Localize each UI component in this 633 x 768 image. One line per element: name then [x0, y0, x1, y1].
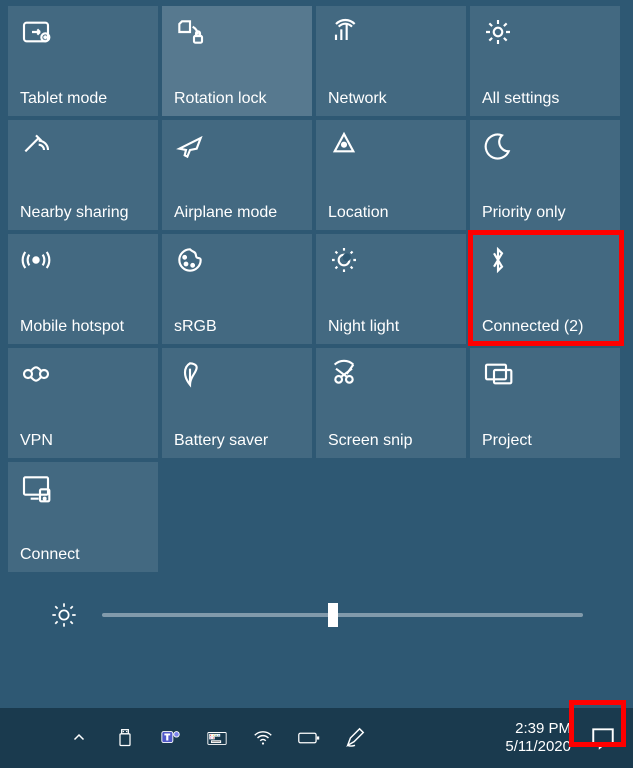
tile-srgb[interactable]: sRGB: [162, 234, 312, 344]
network-icon: [328, 16, 360, 48]
connect-cast-icon: [20, 472, 52, 504]
tile-label: Battery saver: [174, 432, 302, 450]
tile-location[interactable]: Location: [316, 120, 466, 230]
tile-project[interactable]: Project: [470, 348, 620, 458]
tile-label: Priority only: [482, 204, 610, 222]
action-center-button[interactable]: [581, 716, 625, 760]
taskbar-date: 5/11/2020: [505, 738, 571, 756]
battery-icon[interactable]: [298, 727, 320, 749]
tile-label: All settings: [482, 90, 610, 108]
brightness-sun-icon: [50, 601, 78, 629]
tile-label: Mobile hotspot: [20, 318, 148, 336]
tile-night-light[interactable]: Night light: [316, 234, 466, 344]
usb-drive-icon[interactable]: [114, 727, 136, 749]
brightness-slider-row: [50, 595, 583, 635]
tile-label: Tablet mode: [20, 90, 148, 108]
tile-label: Screen snip: [328, 432, 456, 450]
rotation-lock-icon: [174, 16, 206, 48]
tile-label: Project: [482, 432, 610, 450]
tablet-mode-icon: [20, 16, 52, 48]
nearby-sharing-icon: [20, 130, 52, 162]
tile-screen-snip[interactable]: Screen snip: [316, 348, 466, 458]
color-palette-icon: [174, 244, 206, 276]
mobile-hotspot-icon: [20, 244, 52, 276]
tile-label: Rotation lock: [174, 90, 302, 108]
project-screen-icon: [482, 358, 514, 390]
battery-saver-leaf-icon: [174, 358, 206, 390]
tile-priority-only[interactable]: Priority only: [470, 120, 620, 230]
tile-label: sRGB: [174, 318, 302, 336]
location-icon: [328, 130, 360, 162]
system-tray: T: [68, 727, 366, 749]
brightness-slider-thumb[interactable]: [328, 603, 338, 627]
quiet-hours-moon-icon: [482, 130, 514, 162]
tile-bluetooth[interactable]: Connected (2): [470, 234, 620, 344]
vpn-icon: [20, 358, 52, 390]
tile-network[interactable]: Network: [316, 6, 466, 116]
taskbar-time: 2:39 PM: [505, 720, 571, 738]
teams-icon[interactable]: T: [160, 727, 182, 749]
settings-gear-icon: [482, 16, 514, 48]
tile-battery-saver[interactable]: Battery saver: [162, 348, 312, 458]
tile-rotation-lock[interactable]: Rotation lock: [162, 6, 312, 116]
touch-keyboard-icon[interactable]: [206, 727, 228, 749]
quick-action-tiles: Tablet mode Rotation lock Network All setti…: [0, 0, 633, 572]
tile-label: VPN: [20, 432, 148, 450]
wifi-icon[interactable]: [252, 727, 274, 749]
tile-nearby-sharing[interactable]: Nearby sharing: [8, 120, 158, 230]
tile-tablet-mode[interactable]: Tablet mode: [8, 6, 158, 116]
tile-label: Nearby sharing: [20, 204, 148, 222]
bluetooth-icon: [482, 244, 514, 276]
taskbar: T: [0, 708, 633, 768]
tile-mobile-hotspot[interactable]: Mobile hotspot: [8, 234, 158, 344]
tile-label: Airplane mode: [174, 204, 302, 222]
tile-all-settings[interactable]: All settings: [470, 6, 620, 116]
tile-label: Connect: [20, 546, 148, 564]
screen-snip-icon: [328, 358, 360, 390]
airplane-mode-icon: [174, 130, 206, 162]
tile-label: Connected (2): [482, 318, 610, 336]
tray-overflow-chevron-icon[interactable]: [68, 727, 90, 749]
svg-text:T: T: [165, 733, 170, 742]
tile-label: Night light: [328, 318, 456, 336]
tile-label: Network: [328, 90, 456, 108]
tile-label: Location: [328, 204, 456, 222]
taskbar-clock[interactable]: 2:39 PM 5/11/2020: [505, 720, 581, 756]
action-center-panel: Tablet mode Rotation lock Network All setti…: [0, 0, 633, 768]
tile-connect[interactable]: Connect: [8, 462, 158, 572]
tile-vpn[interactable]: VPN: [8, 348, 158, 458]
tile-airplane-mode[interactable]: Airplane mode: [162, 120, 312, 230]
pen-ink-icon[interactable]: [344, 727, 366, 749]
night-light-icon: [328, 244, 360, 276]
brightness-slider[interactable]: [102, 613, 583, 617]
